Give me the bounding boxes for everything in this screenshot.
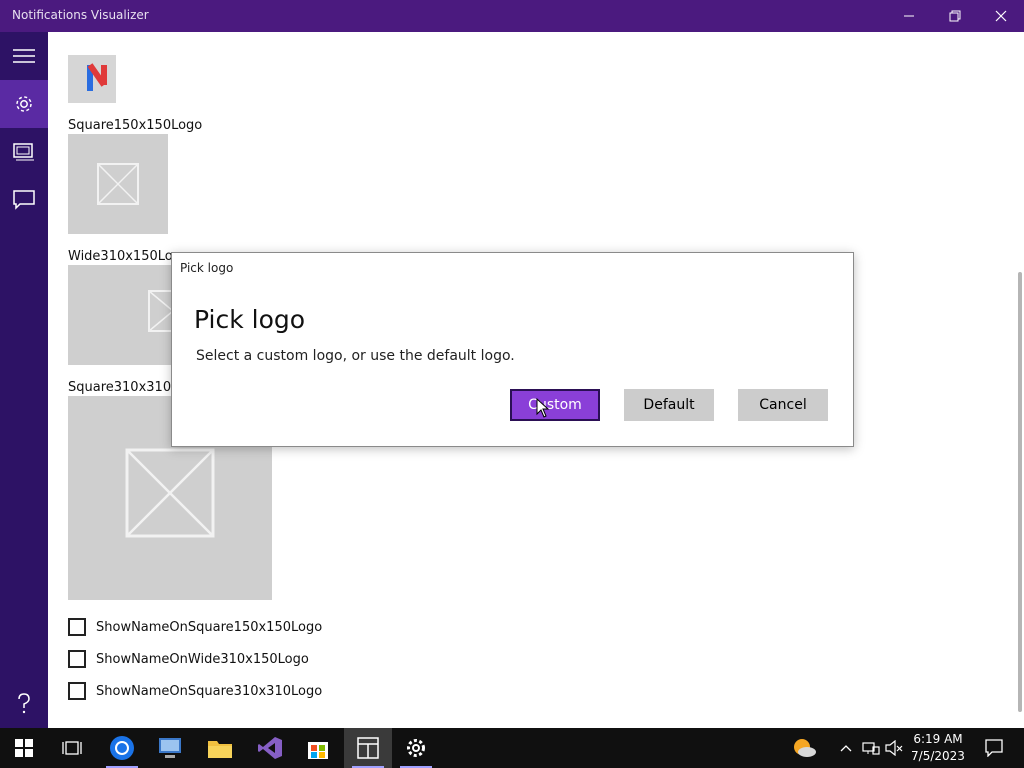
- restore-button[interactable]: [932, 0, 978, 32]
- clock[interactable]: 6:19 AM 7/5/2023: [904, 731, 972, 765]
- nav-menu-button[interactable]: [0, 32, 48, 80]
- remote-desktop-icon: [159, 738, 181, 758]
- tiles-icon: [13, 143, 34, 161]
- network-icon: [862, 742, 880, 755]
- custom-button[interactable]: Custom: [510, 389, 600, 421]
- hamburger-icon: [13, 49, 35, 63]
- small-logo-preview[interactable]: [68, 55, 116, 103]
- action-center-button[interactable]: [970, 728, 1018, 768]
- dialog-window-title: Pick logo: [180, 261, 234, 275]
- checkbox[interactable]: [68, 618, 86, 636]
- mouse-cursor-icon: [536, 398, 550, 418]
- folder-icon: [208, 741, 232, 758]
- checkbox-label: ShowNameOnSquare310x310Logo: [96, 683, 323, 699]
- task-view-button[interactable]: [48, 728, 96, 768]
- notifications-visualizer-icon: [357, 737, 379, 759]
- nav-toasts[interactable]: [0, 176, 48, 224]
- checkbox[interactable]: [68, 650, 86, 668]
- volume-button[interactable]: [882, 728, 906, 768]
- side-navigation: [0, 32, 48, 728]
- notification-icon: [985, 739, 1003, 757]
- checkbox-row-wide310[interactable]: ShowNameOnWide310x150Logo: [68, 648, 309, 670]
- taskbar-notifications-visualizer[interactable]: [344, 728, 392, 768]
- nav-help[interactable]: [0, 680, 48, 728]
- taskbar-store[interactable]: [294, 728, 342, 768]
- close-icon: [995, 10, 1007, 22]
- gear-icon: [407, 739, 425, 757]
- minimize-button[interactable]: [886, 0, 932, 32]
- image-placeholder-icon: [125, 448, 215, 538]
- taskbar-settings[interactable]: [392, 728, 440, 768]
- taskbar-visual-studio[interactable]: [246, 728, 294, 768]
- default-button[interactable]: Default: [624, 389, 714, 421]
- weather-icon: [794, 739, 816, 757]
- checkbox-label: ShowNameOnWide310x150Logo: [96, 651, 309, 667]
- vertical-scrollbar[interactable]: [1018, 272, 1022, 712]
- start-button[interactable]: [0, 728, 48, 768]
- cancel-button[interactable]: Cancel: [738, 389, 828, 421]
- checkbox-label: ShowNameOnSquare150x150Logo: [96, 619, 323, 635]
- network-button[interactable]: [858, 728, 884, 768]
- weather-widget[interactable]: [780, 728, 828, 768]
- help-icon: [18, 693, 30, 714]
- nav-tiles[interactable]: [0, 128, 48, 176]
- gear-icon: [16, 96, 32, 112]
- close-button[interactable]: [978, 0, 1024, 32]
- restore-icon: [949, 10, 961, 22]
- chevron-up-icon: [840, 745, 852, 752]
- checkbox[interactable]: [68, 682, 86, 700]
- show-hidden-icons-button[interactable]: [832, 728, 860, 768]
- checkbox-row-square150[interactable]: ShowNameOnSquare150x150Logo: [68, 616, 322, 638]
- minimize-icon: [904, 15, 914, 17]
- taskbar: 6:19 AM 7/5/2023: [0, 728, 1024, 768]
- square150-label: Square150x150Logo: [68, 118, 203, 133]
- clock-time: 6:19 AM: [913, 732, 963, 746]
- pick-logo-dialog: Pick logo Pick logo Select a custom logo…: [171, 252, 854, 447]
- dialog-message: Select a custom logo, or use the default…: [196, 348, 515, 364]
- square150-logo-preview[interactable]: [68, 134, 168, 234]
- chat-icon: [13, 190, 35, 210]
- store-icon: [308, 742, 328, 759]
- taskbar-chrome[interactable]: [98, 728, 146, 768]
- clock-date: 7/5/2023: [911, 749, 965, 763]
- window-title: Notifications Visualizer: [12, 8, 149, 22]
- taskbar-file-explorer[interactable]: [196, 728, 244, 768]
- checkbox-row-square310[interactable]: ShowNameOnSquare310x310Logo: [68, 680, 322, 702]
- image-placeholder-icon: [97, 163, 139, 205]
- windows-icon: [15, 739, 33, 757]
- title-bar: Notifications Visualizer: [0, 0, 1024, 32]
- dialog-heading: Pick logo: [194, 305, 306, 334]
- task-view-icon: [62, 741, 82, 755]
- browser-icon: [110, 736, 134, 760]
- app-logo-icon: [87, 63, 107, 91]
- taskbar-app-2[interactable]: [146, 728, 194, 768]
- volume-muted-icon: [885, 740, 903, 756]
- visual-studio-icon: [258, 737, 282, 759]
- nav-settings[interactable]: [0, 80, 48, 128]
